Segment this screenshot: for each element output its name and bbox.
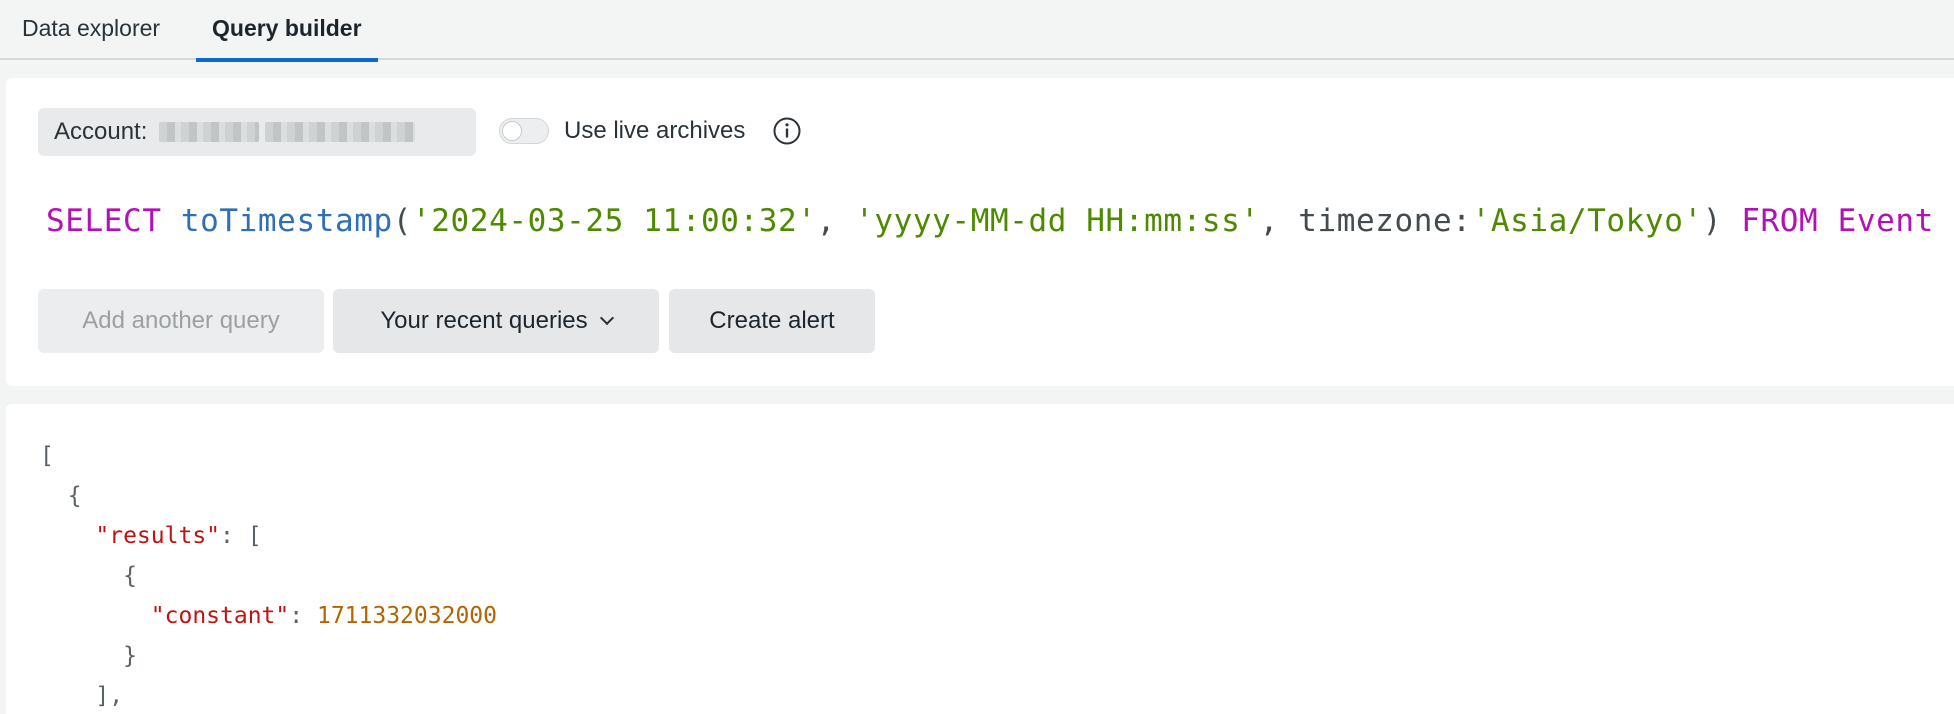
- redacted-block: [265, 122, 416, 142]
- function-name: toTimestamp: [180, 203, 393, 239]
- add-another-query-button[interactable]: Add another query: [38, 289, 324, 353]
- format-string: 'yyyy-MM-dd HH:mm:ss': [855, 203, 1260, 239]
- tab-query-builder[interactable]: Query builder: [196, 0, 378, 62]
- json-brace: }: [123, 643, 137, 669]
- toggle-knob: [502, 121, 522, 141]
- redacted-block: [159, 122, 260, 142]
- account-name-redacted: [159, 122, 416, 142]
- recent-queries-label: Your recent queries: [380, 307, 588, 334]
- query-panel: Account: Use live archives SELECT toTime…: [6, 78, 1954, 386]
- chevron-down-icon: [599, 310, 614, 326]
- json-bracket: [: [40, 443, 54, 469]
- json-brace: {: [123, 563, 137, 589]
- timezone-param: timezone:: [1298, 203, 1472, 239]
- paren-open: (: [392, 203, 413, 239]
- json-brace: {: [67, 483, 82, 509]
- nrql-query-editor[interactable]: SELECT toTimestamp('2024-03-25 11:00:32'…: [46, 196, 1934, 246]
- active-tab-indicator: [196, 58, 378, 62]
- tab-bar: Data explorer Query builder: [0, 0, 1954, 62]
- account-selector[interactable]: Account:: [38, 108, 476, 156]
- json-value-constant: 1711332032000: [316, 603, 497, 629]
- json-bracket: ],: [95, 683, 124, 709]
- tab-query-builder-label: Query builder: [212, 15, 362, 41]
- create-alert-button[interactable]: Create alert: [669, 289, 875, 353]
- results-panel: [ { "results": [ { "constant": 171133203…: [6, 404, 1954, 714]
- recent-queries-button[interactable]: Your recent queries: [333, 289, 659, 353]
- timestamp-string: '2024-03-25 11:00:32': [412, 203, 817, 239]
- account-label: Account:: [54, 118, 148, 145]
- json-punct: :: [289, 603, 317, 629]
- event-type: Event: [1837, 203, 1934, 239]
- comma: ,: [1259, 203, 1299, 239]
- json-results: [ { "results": [ { "constant": 171133203…: [40, 436, 497, 714]
- keyword-from: FROM: [1741, 203, 1819, 239]
- comma: ,: [816, 203, 856, 239]
- keyword-select: SELECT: [46, 203, 162, 239]
- json-punct: : [: [220, 523, 262, 549]
- json-key-constant: "constant": [150, 603, 290, 629]
- tab-data-explorer[interactable]: Data explorer: [22, 0, 160, 60]
- info-icon[interactable]: [772, 116, 802, 146]
- live-archives-toggle[interactable]: [499, 118, 549, 144]
- paren-close: ): [1702, 203, 1722, 239]
- live-archives-label: Use live archives: [564, 117, 746, 144]
- timezone-string: 'Asia/Tokyo': [1471, 203, 1703, 239]
- json-key-results: "results": [95, 523, 221, 549]
